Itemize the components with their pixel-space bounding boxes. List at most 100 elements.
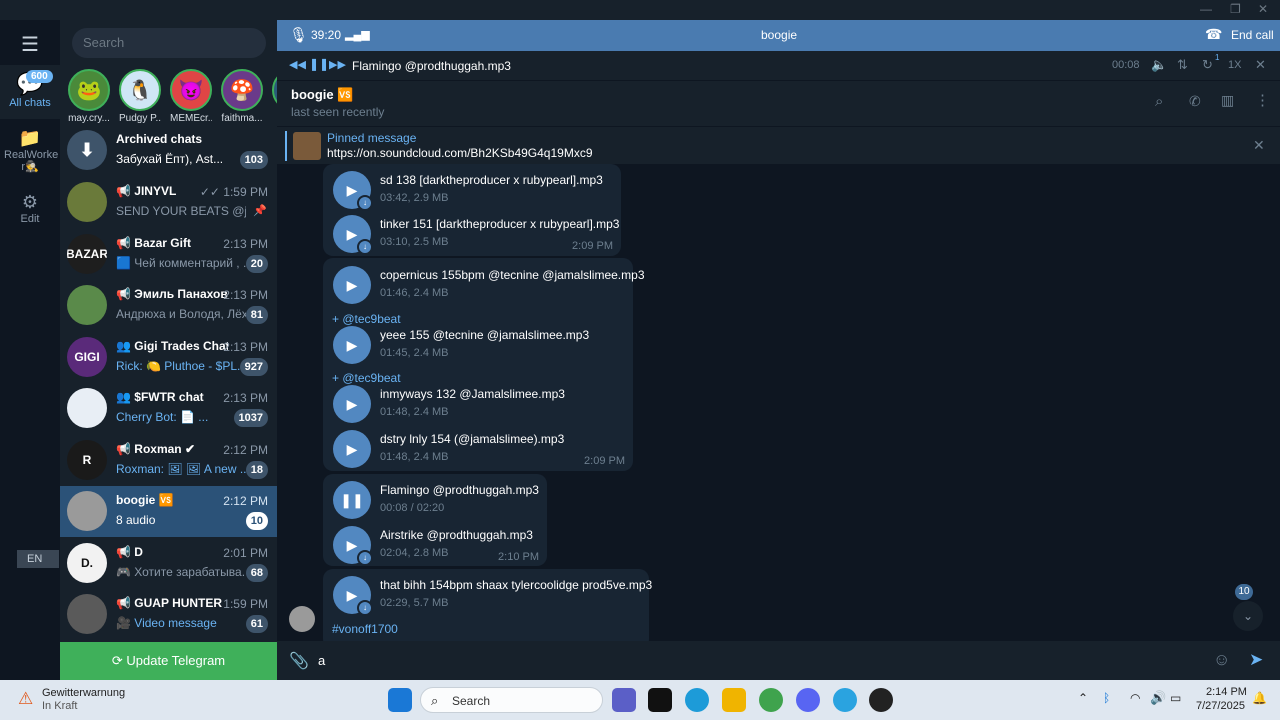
folder-realworker[interactable]: 📁 RealWorke r🕵️ (0, 128, 60, 173)
audio-file[interactable]: ▶ yeee 155 @tecnine @jamalslimee.mp3 01:45… (333, 326, 633, 371)
close-window-icon[interactable]: ✕ (1258, 2, 1268, 16)
pause-icon[interactable]: ❚❚ (333, 481, 371, 519)
start-icon[interactable] (388, 688, 412, 712)
wifi-icon[interactable]: ◠ (1130, 691, 1140, 705)
chat-row[interactable]: 📢 Эмиль Панахов... 2:13 PM Андрюха и Волод… (60, 280, 277, 331)
audio-file[interactable]: ▶ ↓ that bihh 154bpm shaax tylercoolidge p… (333, 576, 652, 621)
download-icon[interactable]: ↓ (357, 600, 373, 616)
send-icon[interactable]: ➤ (1249, 650, 1263, 670)
audio-file[interactable]: ▶ dstry lnly 154 (@jamalslimee).mp3 01:48,… (333, 430, 633, 475)
repeat-icon[interactable]: ↻ (1202, 57, 1213, 73)
end-call-button[interactable]: End call (1231, 28, 1274, 42)
app-icon[interactable] (869, 688, 893, 712)
folder-edit[interactable]: ⚙ Edit (0, 192, 60, 225)
archived-chats-row[interactable]: ⬇ Archived chats Забухай Ёпт), Ast... 10… (60, 125, 277, 176)
previous-icon[interactable]: ◀◀ (289, 58, 306, 71)
pinned-text: https://on.soundcloud.com/Bh2KSb49G4q19M… (327, 146, 593, 160)
game-app-icon[interactable] (648, 688, 672, 712)
audio-meta: 03:42, 2.9 MB (380, 192, 449, 204)
pause-icon[interactable]: ❚❚ (309, 57, 329, 71)
update-telegram-button[interactable]: ⟳ Update Telegram (60, 642, 277, 680)
chat-row[interactable]: D. 📢 D 2:01 PM 🎮 Хотите зарабатыва... 68 (60, 538, 277, 589)
clock-time[interactable]: 2:14 PM (1206, 686, 1247, 698)
search-input[interactable]: Search (72, 28, 266, 58)
forward-author[interactable]: + @tec9beat (332, 371, 401, 385)
emoji-icon[interactable]: ☺ (1213, 650, 1230, 670)
audio-file[interactable]: ▶ inmyways 132 @Jamalslimee.mp3 01:48, 2.4… (333, 385, 633, 430)
sidebar-toggle-icon[interactable]: ▥ (1221, 92, 1234, 109)
phone-icon[interactable]: ✆ (1189, 93, 1201, 110)
clock-date[interactable]: 7/27/2025 (1196, 700, 1245, 712)
audio-file[interactable]: ▶ ↓ sd 138 [darktheproducer x rubypearl].m… (333, 171, 633, 216)
next-icon[interactable]: ▶▶ (329, 58, 346, 71)
notifications-icon[interactable]: 🔔 (1252, 691, 1267, 705)
download-icon[interactable]: ↓ (357, 239, 373, 255)
audio-file[interactable]: ▶ ↓ Airstrike @prodthuggah.mp3 02:04, 2.8 M… (333, 526, 633, 571)
close-pinned-icon[interactable]: ✕ (1253, 137, 1265, 154)
unread-badge: 18 (245, 460, 268, 479)
chat-row[interactable]: 👥 $FWTR chat 2:13 PM Cherry Bot: 📄 ... 1037 (60, 383, 277, 434)
volume-icon[interactable]: 🔊 (1150, 690, 1166, 706)
chat-row[interactable]: boogie 🆚 2:12 PM 8 audio 10 (60, 486, 277, 537)
speed-button[interactable]: 1X (1228, 59, 1241, 71)
folder-all-chats[interactable]: 💬 600 All chats (0, 65, 60, 119)
battery-icon[interactable]: ▭ (1170, 691, 1181, 705)
chat-time: 2:13 PM (223, 288, 268, 302)
hashtag-link[interactable]: #vonoff1700 (332, 622, 398, 636)
close-player-icon[interactable]: ✕ (1255, 57, 1266, 73)
weather-title[interactable]: Gewitterwarnung (42, 687, 125, 699)
restore-icon[interactable]: ❐ (1230, 2, 1241, 16)
story-item[interactable]: 🐧 Pudgy P... (119, 69, 161, 124)
chat-preview: Cherry Bot: 📄 ... (116, 410, 209, 424)
sender-avatar[interactable] (289, 606, 315, 632)
play-icon[interactable]: ▶ (333, 326, 371, 364)
edge-icon[interactable] (685, 688, 709, 712)
story-item[interactable]: 😈 MEMEcr... (170, 69, 212, 124)
chevron-up-icon[interactable]: ⌃ (1078, 691, 1088, 705)
audio-file[interactable]: ▶ ↓ tinker 151 [darktheproducer x rubypear… (333, 215, 633, 260)
more-icon[interactable]: ⋮ (1255, 91, 1270, 109)
telegram-icon[interactable] (833, 688, 857, 712)
menu-icon[interactable]: ☰ (0, 32, 60, 57)
hangup-icon[interactable]: ☎ (1205, 26, 1222, 43)
forward-author[interactable]: + @tec9beat (332, 312, 401, 326)
play-icon[interactable]: ▶ (333, 430, 371, 468)
bluetooth-icon[interactable]: ᛒ (1103, 691, 1110, 705)
chat-name: 📢 Roxman ✔ (116, 441, 196, 456)
weather-subtitle: In Kraft (42, 700, 78, 712)
message-input[interactable]: a (318, 653, 325, 668)
chat-header[interactable]: boogie 🆚 last seen recently ⌕ ✆ ▥ ⋮ (277, 81, 1280, 125)
discord-icon[interactable] (796, 688, 820, 712)
taskbar-search[interactable]: ⌕ Search (420, 687, 603, 713)
chat-title: boogie 🆚 (291, 87, 354, 102)
download-icon[interactable]: ↓ (357, 195, 373, 211)
chat-time: ✓✓ 1:59 PM (199, 185, 268, 199)
minimize-icon[interactable]: — (1200, 2, 1212, 16)
chat-row[interactable]: R 📢 Roxman ✔ 2:12 PM Roxman: 🖼 🖼 A new ... 1… (60, 435, 277, 486)
chrome-icon[interactable] (759, 688, 783, 712)
attach-icon[interactable]: 📎 (289, 651, 309, 671)
chat-row[interactable]: BAZAR 📢 Bazar Gift 2:13 PM 🟦 Чей комментари… (60, 229, 277, 280)
teams-icon[interactable] (612, 688, 636, 712)
chat-row[interactable]: GIGI 👥 Gigi Trades Chat 2:13 PM Rick: 🍋 Plu… (60, 332, 277, 383)
story-item[interactable]: 🐸 may.cry... (68, 69, 110, 124)
order-icon[interactable]: ⇅ (1177, 57, 1188, 73)
voice-call-bar[interactable]: 🎙 39:20 ▂▄▆ boogie ☎ End call (277, 20, 1280, 51)
play-icon[interactable]: ▶ (333, 266, 371, 304)
audio-file[interactable]: ▶ copernicus 155bpm @tecnine @jamalslimee… (333, 266, 645, 311)
scroll-down-button[interactable]: ⌄ (1233, 601, 1263, 631)
play-icon[interactable]: ▶ (333, 385, 371, 423)
file-explorer-icon[interactable] (722, 688, 746, 712)
search-icon[interactable]: ⌕ (1155, 93, 1163, 110)
language-indicator[interactable]: EN (17, 550, 59, 568)
message-composer: 📎 a ☺ ➤ (277, 641, 1280, 680)
chat-row[interactable]: 📢 GUAP HUNTER 1:59 PM 🎥 Video message 61 (60, 589, 277, 640)
chat-row[interactable]: 📢 JINYVL✓✓ 1:59 PMSEND YOUR BEATS @jiny.… (60, 177, 277, 228)
download-icon[interactable]: ↓ (357, 550, 373, 566)
story-item[interactable]: 🍄 faithma... (221, 69, 263, 124)
unread-badge: 81 (245, 306, 268, 324)
audio-file[interactable]: ❚❚ Flamingo @prodthuggah.mp3 00:08 / 02:20 (333, 481, 633, 526)
microphone-icon[interactable]: 🎙 (289, 26, 308, 44)
volume-icon[interactable]: 🔈 (1151, 57, 1167, 73)
pinned-message-bar[interactable]: Pinned message https://on.soundcloud.com… (277, 126, 1280, 164)
